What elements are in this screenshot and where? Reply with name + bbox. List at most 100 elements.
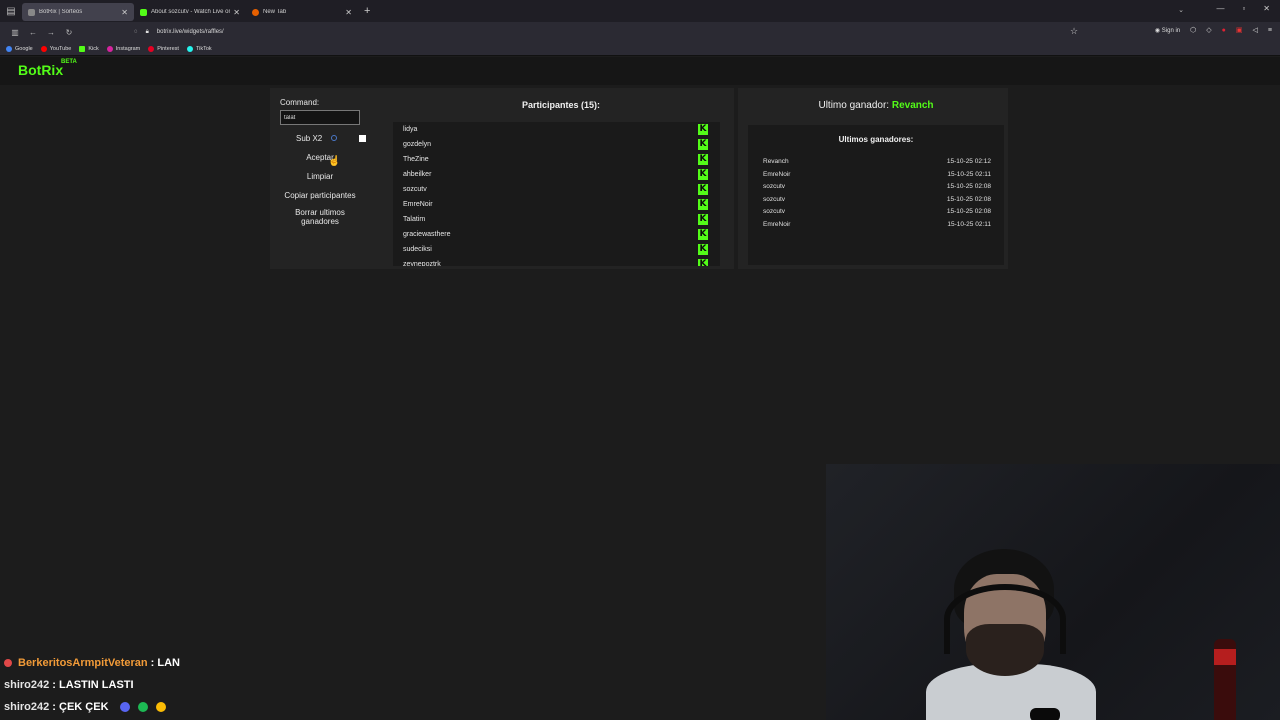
window-controls: — ▫ ✕ bbox=[1216, 4, 1270, 13]
chat-username: shiro242 bbox=[4, 701, 50, 713]
bookmark-kick[interactable]: Kick bbox=[79, 45, 99, 52]
participant-row: EmreNoir K bbox=[393, 197, 720, 212]
chat-separator: : bbox=[49, 679, 60, 691]
instagram-icon bbox=[106, 45, 113, 52]
microphone-icon bbox=[1030, 708, 1060, 720]
winner-row: EmreNoir 15-10-25 02:11 bbox=[763, 221, 991, 228]
participants-title: Participantes (15): bbox=[522, 100, 601, 110]
winner-row: sozcutv 15-10-25 02:08 bbox=[763, 208, 991, 215]
last-winner-label: Ultimo ganador: bbox=[818, 100, 890, 111]
bookmark-star-icon[interactable]: ☆ bbox=[1070, 26, 1078, 37]
bookmark-label: Instagram bbox=[115, 45, 141, 52]
clear-button[interactable]: Limpiar bbox=[280, 172, 360, 181]
chat-text: LASTIN LASTI bbox=[59, 679, 134, 691]
taskbar-icons bbox=[120, 702, 166, 712]
winner-row: sozcutv 15-10-25 02:08 bbox=[763, 196, 991, 203]
close-tab-icon[interactable]: ✕ bbox=[345, 8, 352, 17]
audio-icon[interactable]: ◁ bbox=[1253, 26, 1258, 34]
bottle-label-icon bbox=[1214, 649, 1236, 665]
participant-name: TheZine bbox=[403, 156, 429, 163]
tab-new[interactable]: New Tab ✕ bbox=[246, 3, 358, 21]
shield-icon: ◌ bbox=[134, 29, 138, 35]
bookmark-pinterest[interactable]: Pinterest bbox=[148, 45, 179, 52]
winners-panel: Ultimo ganador: Revanch Ultimos ganadore… bbox=[738, 88, 1008, 269]
participant-name: Talatim bbox=[403, 216, 426, 223]
participant-name: ahbeilker bbox=[403, 171, 432, 178]
addon-icon[interactable]: ● bbox=[1222, 27, 1226, 34]
logo-text: BotRix bbox=[18, 62, 64, 78]
last-winner: Ultimo ganador: Revanch bbox=[738, 100, 1014, 111]
sub-x2-checkbox[interactable] bbox=[359, 134, 366, 142]
winner-row: Revanch 15-10-25 02:12 bbox=[763, 158, 991, 165]
pocket-icon[interactable]: ◇ bbox=[1206, 26, 1211, 34]
bookmark-youtube[interactable]: YouTube bbox=[40, 45, 72, 52]
chrome-icon[interactable] bbox=[156, 702, 166, 712]
sub-x2-label: Sub X2 bbox=[296, 133, 323, 143]
url-bar[interactable]: ◌ 🔒︎ botrix.live/widgets/raffles/ bbox=[134, 25, 1084, 39]
discord-icon[interactable] bbox=[120, 702, 130, 712]
kick-badge-icon: K bbox=[698, 229, 708, 240]
sign-in-button[interactable]: ◉ Sign in bbox=[1155, 27, 1180, 34]
chevron-down-icon[interactable]: ⌄ bbox=[1178, 6, 1184, 14]
winner-date: 15-10-25 02:08 bbox=[946, 183, 991, 191]
accept-button[interactable]: Aceptar bbox=[280, 153, 360, 162]
command-input[interactable] bbox=[280, 110, 360, 125]
menu-icon[interactable]: ≡ bbox=[1268, 27, 1272, 34]
sub-x2-row: Sub X2 bbox=[280, 132, 366, 144]
tab-kick[interactable]: About sozcutv - Watch Live on ✕ bbox=[134, 3, 246, 21]
participant-row: lidya K bbox=[393, 122, 720, 137]
forward-icon[interactable]: → bbox=[42, 28, 60, 37]
back-icon[interactable]: ← bbox=[24, 28, 42, 37]
participant-row: sudeciksi K bbox=[393, 242, 720, 257]
kick-badge-icon: K bbox=[698, 259, 708, 266]
raffle-panel: Command: Sub X2 Aceptar Limpiar Copiar p… bbox=[270, 88, 734, 269]
bookmark-label: YouTube bbox=[49, 45, 72, 52]
kick-badge-icon: K bbox=[698, 184, 708, 195]
sidebar-icon[interactable]: ▥ bbox=[6, 28, 24, 37]
chat-separator: : bbox=[49, 701, 60, 713]
info-icon[interactable] bbox=[331, 135, 338, 141]
new-tab-icon[interactable]: + bbox=[364, 5, 370, 17]
participant-row: TheZine K bbox=[393, 152, 720, 167]
close-tab-icon[interactable]: ✕ bbox=[121, 8, 128, 17]
participant-row: gozdelyn K bbox=[393, 137, 720, 152]
bookmark-google[interactable]: Google bbox=[6, 45, 33, 52]
maximize-icon[interactable]: ▫ bbox=[1242, 4, 1245, 13]
chat-message: BerkeritosArmpitVeteran : LAN bbox=[4, 652, 180, 674]
bookmark-label: TikTok bbox=[195, 45, 212, 52]
spotify-icon[interactable] bbox=[138, 702, 148, 712]
bookmark-label: Google bbox=[15, 45, 33, 52]
webcam-overlay bbox=[826, 464, 1280, 720]
tab-botrix[interactable]: BotRix | Sorteos ✕ bbox=[22, 3, 134, 21]
tab-list-icon[interactable]: ▤ bbox=[0, 0, 22, 22]
copy-participants-button[interactable]: Copiar participantes bbox=[280, 191, 360, 200]
bookmark-label: Kick bbox=[88, 45, 99, 52]
addon-2-icon[interactable]: ▣ bbox=[1236, 26, 1243, 34]
reload-icon[interactable]: ↻ bbox=[60, 28, 78, 37]
headset-icon bbox=[944, 584, 1066, 654]
firefox-favicon-icon bbox=[252, 8, 259, 16]
participant-name: graciewasthere bbox=[403, 231, 451, 238]
mouse-cursor-icon: ☝ bbox=[328, 156, 341, 167]
participant-row: Talatim K bbox=[393, 212, 720, 227]
participant-row: sozcutv K bbox=[393, 182, 720, 197]
site-header: BotRix BETA bbox=[0, 57, 1280, 85]
botrix-logo[interactable]: BotRix BETA bbox=[18, 59, 77, 78]
kick-badge-icon: K bbox=[698, 199, 708, 210]
minimize-icon[interactable]: — bbox=[1216, 4, 1224, 13]
url-text[interactable]: botrix.live/widgets/raffles/ bbox=[157, 29, 224, 35]
delete-winners-button[interactable]: Borrar ultimos ganadores bbox=[280, 208, 360, 226]
participants-list[interactable]: lidya Kgozdelyn K TheZine Kahbeilker Ksozcutv… bbox=[393, 122, 720, 266]
winner-name: sozcutv bbox=[763, 208, 786, 216]
extensions-icon[interactable]: ⬡ bbox=[1190, 26, 1196, 34]
participant-name: sozcutv bbox=[403, 186, 427, 193]
participant-name: gozdelyn bbox=[403, 141, 432, 148]
close-tab-icon[interactable]: ✕ bbox=[233, 8, 240, 17]
bookmark-tiktok[interactable]: TikTok bbox=[186, 45, 212, 52]
bookmark-instagram[interactable]: Instagram bbox=[106, 45, 141, 52]
chat-text: LAN bbox=[157, 657, 180, 669]
close-window-icon[interactable]: ✕ bbox=[1263, 4, 1270, 13]
winners-list: Ultimos ganadores: Revanch 15-10-25 02:12… bbox=[748, 125, 1004, 265]
toolbar-right: ◉ Sign in ⬡ ◇ ● ▣ ◁ ≡ bbox=[1155, 26, 1272, 35]
chat-username: BerkeritosArmpitVeteran bbox=[18, 657, 148, 669]
